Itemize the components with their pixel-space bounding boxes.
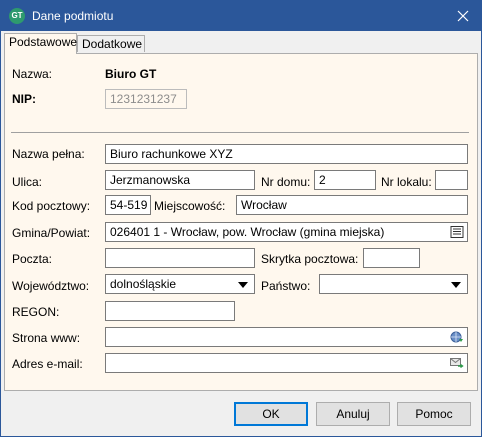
ok-button[interactable]: OK — [234, 402, 308, 426]
kod-pocztowy-field[interactable]: 54-519 — [105, 195, 151, 215]
help-button[interactable]: Pomoc — [397, 402, 471, 426]
dialog-window: GT Dane podmiotu Podstawowe Dodatkowe Na… — [0, 0, 482, 437]
close-button[interactable] — [445, 1, 481, 31]
miejscowosc-label: Miejscowość: — [154, 199, 226, 213]
nr-lokalu-label: Nr lokalu: — [381, 175, 432, 189]
nip-field: 1231231237 — [105, 89, 187, 109]
nazwa-pelna-field[interactable]: Biuro rachunkowe XYZ — [105, 144, 468, 164]
poczta-field[interactable] — [105, 248, 255, 268]
adres-email-label: Adres e-mail: — [12, 357, 83, 371]
gmina-powiat-value: 026401 1 - Wrocław, pow. Wrocław (gmina … — [110, 225, 385, 239]
close-icon — [457, 10, 469, 22]
window-title: Dane podmiotu — [32, 9, 114, 23]
cancel-button[interactable]: Anuluj — [316, 402, 390, 426]
list-picker-icon[interactable] — [450, 226, 464, 238]
adres-email-field[interactable] — [105, 353, 468, 373]
poczta-label: Poczta: — [12, 252, 53, 266]
wojewodztwo-value: dolnośląskie — [110, 277, 177, 291]
regon-label: REGON: — [12, 305, 60, 319]
tab-podstawowe[interactable]: Podstawowe — [4, 33, 77, 54]
nr-lokalu-field[interactable] — [435, 170, 468, 190]
kod-pocztowy-label: Kod pocztowy: — [12, 199, 91, 213]
panstwo-dropdown[interactable] — [319, 274, 468, 294]
globe-link-icon[interactable] — [450, 331, 464, 343]
ulica-field[interactable]: Jerzmanowska — [105, 170, 255, 190]
app-logo-icon: GT — [9, 8, 25, 24]
nr-domu-field[interactable]: 2 — [314, 170, 376, 190]
chevron-down-icon — [451, 282, 461, 288]
tab-dodatkowe[interactable]: Dodatkowe — [77, 35, 145, 52]
strona-www-field[interactable] — [105, 327, 468, 347]
nazwa-pelna-label: Nazwa pełna: — [12, 147, 85, 161]
ulica-label: Ulica: — [12, 175, 43, 189]
title-bar[interactable]: GT Dane podmiotu — [1, 1, 481, 31]
gmina-powiat-field[interactable]: 026401 1 - Wrocław, pow. Wrocław (gmina … — [105, 222, 468, 242]
gmina-powiat-label: Gmina/Powiat: — [12, 226, 91, 240]
nazwa-value: Biuro GT — [105, 67, 157, 81]
wojewodztwo-label: Województwo: — [12, 279, 90, 293]
miejscowosc-field[interactable]: Wrocław — [236, 195, 468, 215]
nazwa-label: Nazwa: — [12, 67, 53, 81]
mail-send-icon[interactable] — [450, 357, 464, 369]
skrytka-pocztowa-label: Skrytka pocztowa: — [261, 252, 359, 266]
panstwo-label: Państwo: — [261, 279, 311, 293]
chevron-down-icon — [238, 282, 248, 288]
strona-www-label: Strona www: — [12, 331, 81, 345]
separator — [11, 132, 469, 133]
nip-label: NIP: — [12, 92, 36, 106]
nr-domu-label: Nr domu: — [261, 175, 311, 189]
skrytka-pocztowa-field[interactable] — [363, 248, 420, 268]
regon-field[interactable] — [105, 301, 235, 321]
wojewodztwo-dropdown[interactable]: dolnośląskie — [105, 274, 255, 294]
